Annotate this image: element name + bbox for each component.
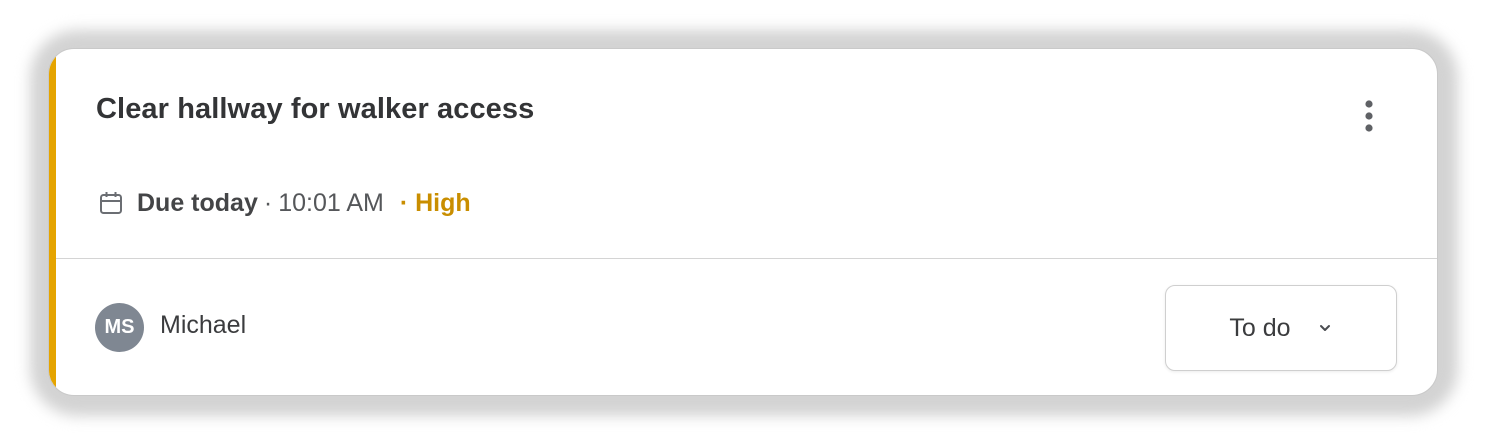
task-menu-button[interactable] <box>1349 97 1389 137</box>
assignee-name: Michael <box>160 311 247 339</box>
due-label: Due today <box>137 188 258 217</box>
task-meta-row: Due today · 10:01 AM · High <box>97 186 471 220</box>
priority-accent-bar <box>49 49 56 395</box>
priority-label: · High <box>399 188 471 217</box>
status-dropdown[interactable]: To do <box>1165 285 1397 371</box>
calendar-icon <box>97 189 125 217</box>
avatar: MS <box>95 303 144 352</box>
task-title: Clear hallway for walker access <box>96 93 535 125</box>
meta-separator: · <box>263 188 273 217</box>
task-card[interactable]: Clear hallway for walker access Due toda… <box>48 48 1438 396</box>
card-divider <box>56 258 1437 259</box>
kebab-menu-icon <box>1365 100 1373 132</box>
chevron-down-icon <box>1317 320 1333 336</box>
status-value: To do <box>1229 313 1291 342</box>
task-card-container: Clear hallway for walker access Due toda… <box>0 0 1488 446</box>
due-time: 10:01 AM <box>278 188 384 217</box>
